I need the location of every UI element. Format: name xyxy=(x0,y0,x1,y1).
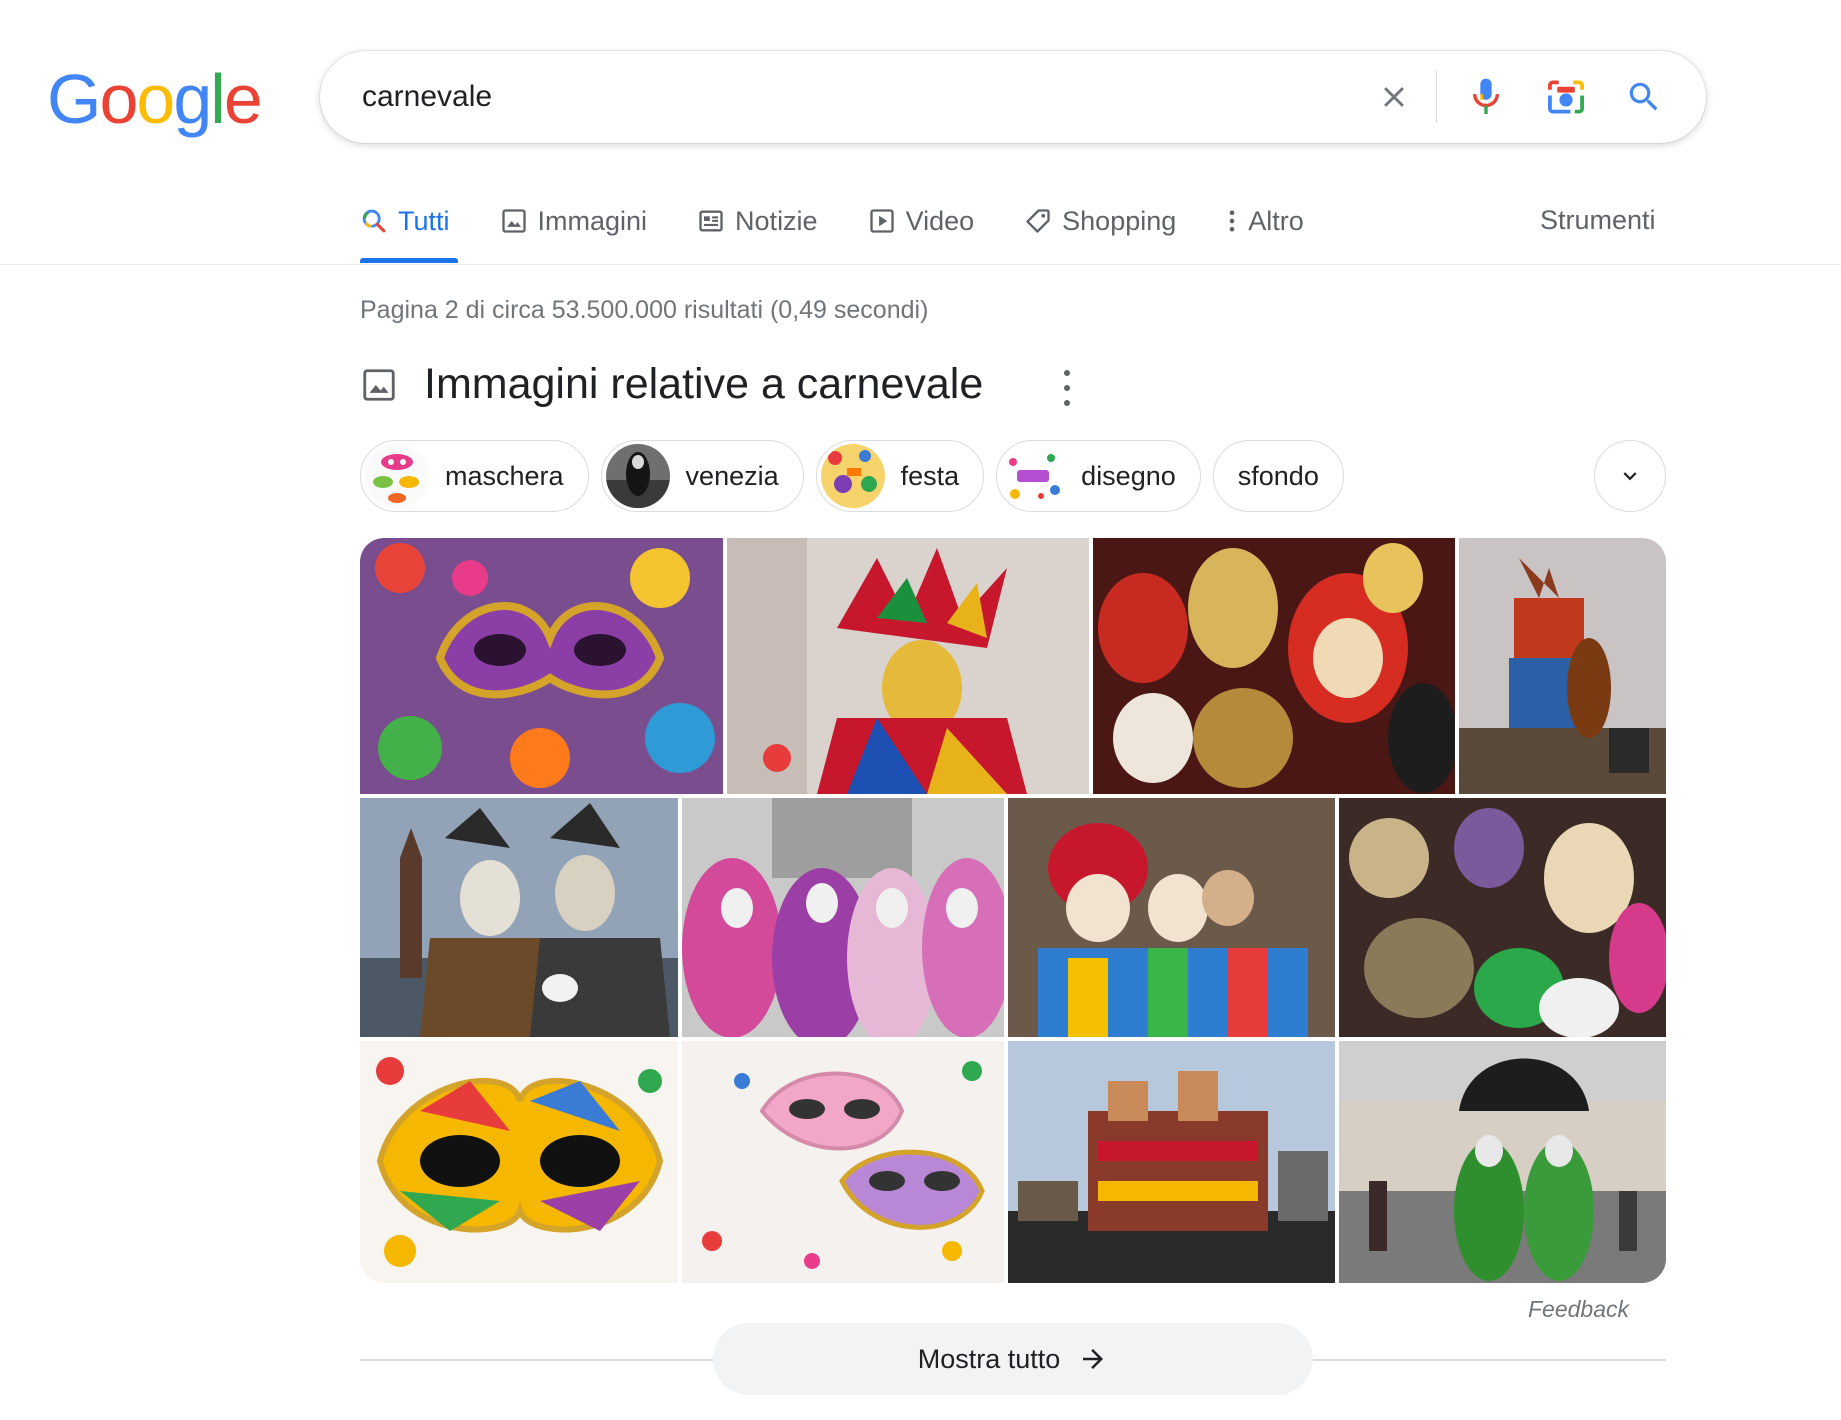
feedback-link[interactable]: Feedback xyxy=(1528,1296,1629,1323)
play-icon xyxy=(868,207,896,235)
image-icon xyxy=(363,368,395,401)
drawing-thumb xyxy=(1001,444,1066,508)
expand-chips-button[interactable] xyxy=(1594,440,1666,512)
close-icon xyxy=(1384,87,1404,107)
chip-label: sfondo xyxy=(1237,460,1319,491)
tab-label: Shopping xyxy=(1062,205,1177,236)
show-all-button[interactable]: Mostra tutto xyxy=(713,1323,1313,1395)
image-result[interactable] xyxy=(1339,1041,1666,1283)
related-chips: maschera venezia festa disegno sfondo xyxy=(360,440,1356,512)
logo-letter: o xyxy=(136,60,175,138)
chip-maschera[interactable]: maschera xyxy=(360,440,589,512)
tab-tutti[interactable]: Tutti xyxy=(360,196,450,246)
chip-label: disegno xyxy=(1081,460,1176,491)
logo-letter: l xyxy=(210,60,226,138)
tab-notizie[interactable]: Notizie xyxy=(697,196,818,246)
chip-label: venezia xyxy=(685,460,779,491)
image-result[interactable] xyxy=(682,798,1004,1037)
search-icon xyxy=(360,207,388,235)
voice-search-button[interactable] xyxy=(1462,73,1510,121)
tab-altro[interactable]: Altro xyxy=(1226,196,1304,246)
image-result[interactable] xyxy=(1339,798,1666,1037)
search-divider xyxy=(1436,71,1437,123)
more-vertical-icon xyxy=(1226,207,1238,235)
chip-sfondo[interactable]: sfondo xyxy=(1212,440,1344,512)
tab-label: Immagini xyxy=(537,205,648,236)
active-tab-indicator xyxy=(360,258,458,263)
chip-label: festa xyxy=(900,460,960,491)
logo-letter: g xyxy=(173,60,212,138)
search-box xyxy=(320,51,1706,143)
chip-disegno[interactable]: disegno xyxy=(996,440,1201,512)
image-icon xyxy=(500,207,528,235)
venice-thumb xyxy=(605,444,670,508)
chip-venezia[interactable]: venezia xyxy=(600,440,804,512)
tools-button[interactable]: Strumenti xyxy=(1540,205,1656,236)
tab-label: Notizie xyxy=(735,205,818,236)
header-divider xyxy=(0,264,1841,265)
image-result[interactable] xyxy=(360,798,678,1037)
image-result[interactable] xyxy=(682,1041,1004,1283)
images-section-heading: Immagini relative a carnevale xyxy=(360,360,983,409)
image-grid xyxy=(360,538,1666,1283)
party-thumb xyxy=(820,444,885,508)
tag-icon xyxy=(1024,207,1052,235)
logo-letter: o xyxy=(99,60,138,138)
image-result[interactable] xyxy=(360,1041,678,1283)
logo-letter: e xyxy=(223,60,263,138)
logo-letter: G xyxy=(47,60,101,138)
image-result[interactable] xyxy=(1008,1041,1335,1283)
dot xyxy=(1064,400,1070,406)
tab-label: Tutti xyxy=(398,205,450,236)
tab-label: Video xyxy=(905,205,975,236)
image-result[interactable] xyxy=(1459,538,1666,794)
image-result[interactable] xyxy=(360,538,723,794)
tab-label: Altro xyxy=(1248,205,1304,236)
more-options-button[interactable] xyxy=(1055,370,1079,406)
image-result[interactable] xyxy=(1008,798,1335,1037)
google-logo[interactable]: Google xyxy=(47,60,263,138)
images-heading-text: Immagini relative a carnevale xyxy=(424,360,984,408)
chip-festa[interactable]: festa xyxy=(815,440,985,512)
show-all-label: Mostra tutto xyxy=(917,1343,1061,1374)
tab-immagini[interactable]: Immagini xyxy=(500,196,648,246)
microphone-icon xyxy=(1472,78,1500,114)
clear-search-button[interactable] xyxy=(1370,73,1418,121)
camera-lens-icon xyxy=(1548,80,1584,114)
arrow-right-icon xyxy=(1078,1344,1108,1374)
news-icon xyxy=(697,207,725,235)
search-icon xyxy=(1629,82,1658,111)
image-result[interactable] xyxy=(1093,538,1455,794)
dot xyxy=(1064,370,1070,376)
search-input[interactable] xyxy=(362,51,1262,143)
image-search-button[interactable] xyxy=(1542,73,1590,121)
mask-thumb xyxy=(365,444,429,508)
search-tabs: Tutti Immagini Notizie Video Shopping Al… xyxy=(360,196,1354,264)
chip-label: maschera xyxy=(445,460,564,491)
image-result[interactable] xyxy=(727,538,1089,794)
result-stats: Pagina 2 di circa 53.500.000 risultati (… xyxy=(360,296,929,324)
chevron-down-icon xyxy=(1623,472,1637,481)
tab-video[interactable]: Video xyxy=(868,196,975,246)
tab-shopping[interactable]: Shopping xyxy=(1024,196,1176,246)
dot xyxy=(1064,385,1070,391)
search-button[interactable] xyxy=(1620,73,1668,121)
